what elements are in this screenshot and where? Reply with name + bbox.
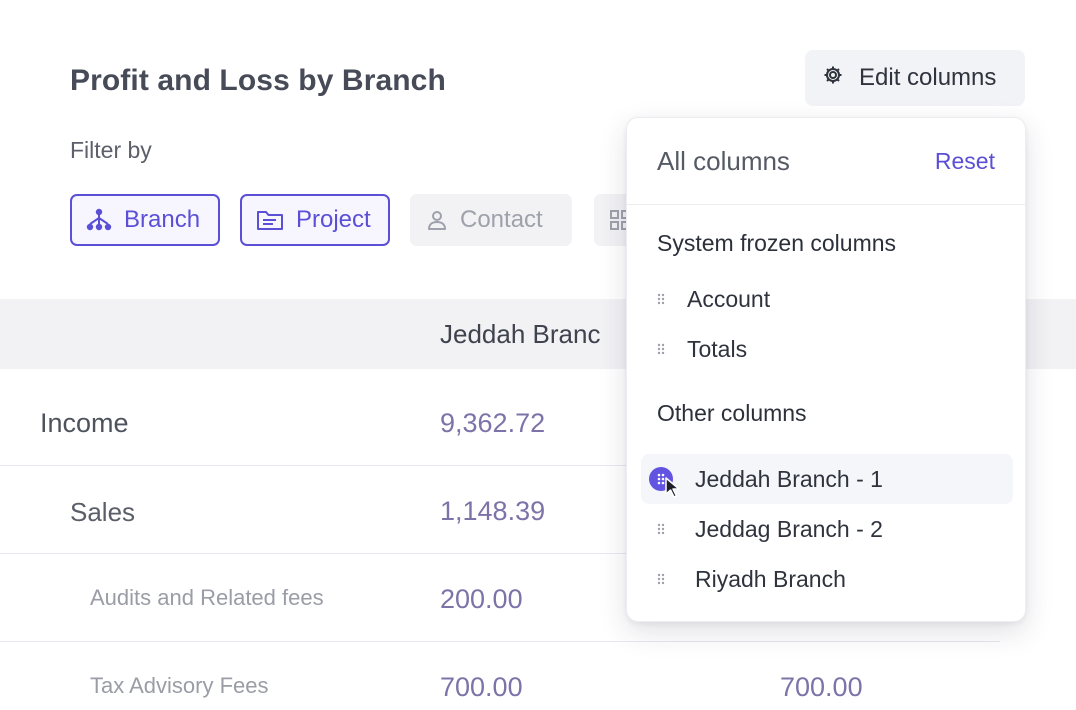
panel-divider — [627, 204, 1025, 205]
mouse-cursor-icon — [665, 477, 680, 498]
branch-icon — [86, 208, 112, 232]
column-item-totals: Totals — [641, 324, 1013, 374]
column-label: Riyadh Branch — [695, 565, 846, 592]
row-account-tax-advisory: Tax Advisory Fees — [90, 673, 269, 698]
filter-chip-contact[interactable]: Contact — [410, 194, 572, 246]
drag-handle-icon — [657, 293, 665, 305]
drag-handle-icon[interactable] — [657, 523, 665, 535]
panel-title: All columns — [657, 146, 790, 176]
row-account-sales: Sales — [70, 497, 136, 527]
filter-chip-branch[interactable]: Branch — [70, 194, 220, 246]
filter-label: Filter by — [70, 137, 152, 163]
column-header-jeddah[interactable]: Jeddah Branc — [440, 319, 600, 350]
row-account-audits: Audits and Related fees — [90, 585, 324, 610]
column-label: Totals — [687, 335, 748, 362]
folder-icon — [256, 209, 284, 231]
filter-chip-project[interactable]: Project — [240, 194, 390, 246]
page-title: Profit and Loss by Branch — [70, 64, 446, 97]
row-value-audits: 200.00 — [440, 584, 523, 614]
other-section-title: Other columns — [657, 400, 807, 426]
column-label: Jeddah Branch - 1 — [695, 465, 883, 492]
row-value-tax-advisory-col2: 700.00 — [780, 672, 863, 702]
person-icon — [426, 209, 448, 231]
column-item-jeddag-branch-2[interactable]: Jeddag Branch - 2 — [641, 504, 1013, 554]
filter-chip-label: Contact — [460, 206, 543, 233]
row-value-sales: 1,148.39 — [440, 496, 546, 526]
edit-columns-label: Edit columns — [859, 64, 997, 91]
reset-button[interactable]: Reset — [935, 148, 995, 175]
row-value-income: 9,362.72 — [440, 408, 546, 438]
frozen-section-title: System frozen columns — [657, 230, 897, 256]
column-item-riyadh-branch[interactable]: Riyadh Branch — [641, 554, 1013, 604]
gear-icon — [823, 64, 843, 92]
row-value-tax-advisory: 700.00 — [440, 672, 523, 702]
columns-panel: All columns Reset System frozen columns … — [626, 117, 1026, 622]
column-item-jeddah-branch-1[interactable]: Jeddah Branch - 1 — [641, 454, 1013, 504]
column-label: Jeddag Branch - 2 — [695, 515, 883, 542]
drag-handle-icon — [657, 343, 665, 355]
row-account-income: Income — [40, 408, 129, 438]
drag-handle-icon[interactable] — [657, 573, 665, 585]
column-item-account: Account — [641, 274, 1013, 324]
filter-chip-label: Project — [296, 206, 371, 233]
row-divider — [0, 641, 1000, 642]
page: Profit and Loss by Branch Filter by Bran… — [0, 0, 1076, 710]
column-label: Account — [687, 285, 771, 312]
edit-columns-button[interactable]: Edit columns — [805, 50, 1025, 106]
filter-chip-label: Branch — [124, 206, 201, 233]
